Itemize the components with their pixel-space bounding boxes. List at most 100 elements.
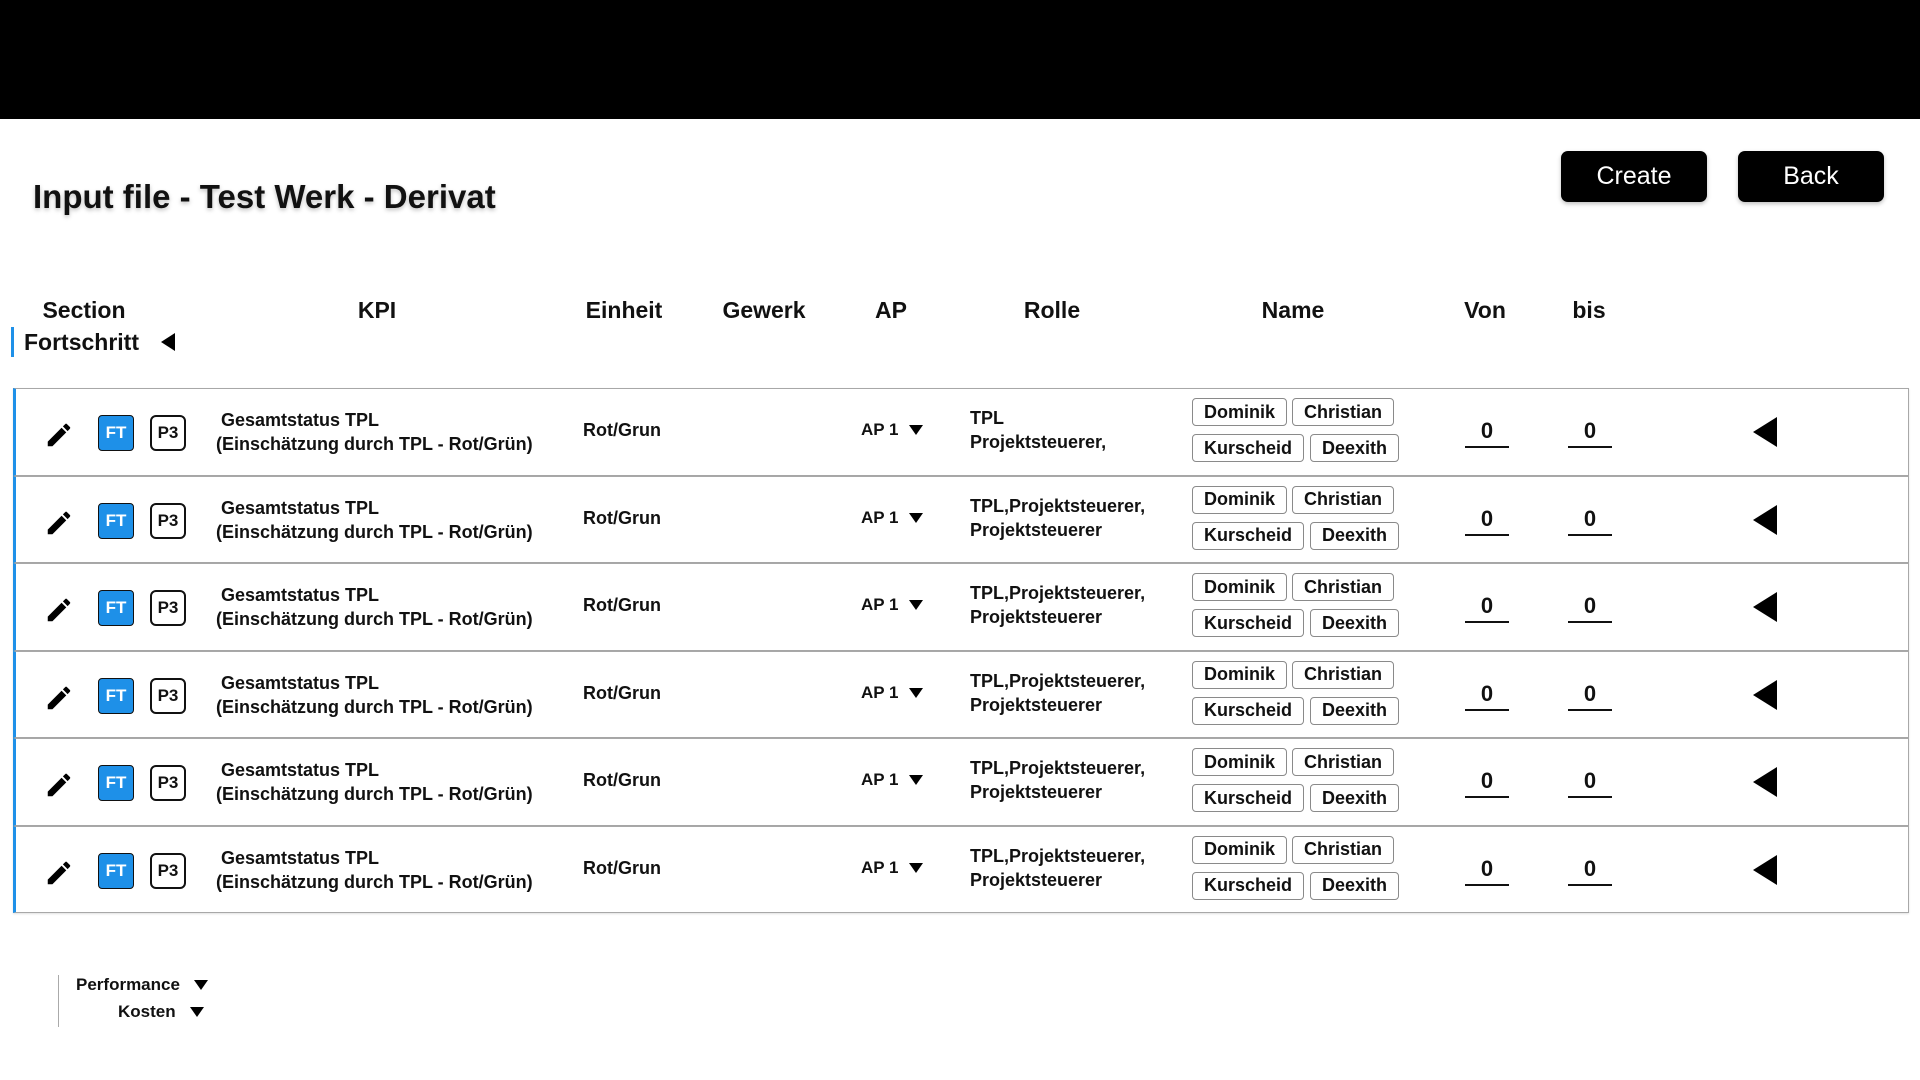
name-chip[interactable]: Deexith xyxy=(1310,784,1400,812)
von-input[interactable]: 0 xyxy=(1465,854,1509,886)
name-chip[interactable]: Christian xyxy=(1292,748,1395,776)
bis-input[interactable]: 0 xyxy=(1568,504,1612,536)
name-chip[interactable]: Deexith xyxy=(1310,871,1400,900)
triangle-down-icon[interactable] xyxy=(908,862,923,873)
ft-badge[interactable]: FT xyxy=(98,502,134,539)
triangle-down-icon[interactable] xyxy=(908,687,923,698)
triangle-down-icon[interactable] xyxy=(193,980,208,990)
p3-badge[interactable]: P3 xyxy=(150,590,186,626)
triangle-left-icon[interactable] xyxy=(1753,504,1777,535)
section-fortschritt[interactable]: Fortschritt xyxy=(11,327,175,357)
ap-dropdown[interactable]: AP 1 xyxy=(861,590,923,620)
von-input[interactable]: 0 xyxy=(1465,504,1509,536)
bis-input[interactable]: 0 xyxy=(1568,854,1612,886)
von-input[interactable]: 0 xyxy=(1465,766,1509,798)
triangle-down-icon[interactable] xyxy=(908,512,923,523)
name-chip[interactable]: Dominik xyxy=(1192,398,1288,426)
section-kosten[interactable]: Kosten xyxy=(118,1002,204,1022)
triangle-down-icon[interactable] xyxy=(908,775,923,785)
bis-input[interactable]: 0 xyxy=(1568,416,1612,448)
triangle-down-icon[interactable] xyxy=(189,1007,204,1017)
name-chip[interactable]: Kurscheid xyxy=(1192,434,1305,462)
triangle-down-icon[interactable] xyxy=(908,425,923,435)
pencil-icon[interactable] xyxy=(44,683,74,713)
ft-badge[interactable]: FT xyxy=(98,590,134,626)
rolle-line: TPL,Projektsteuerer, xyxy=(970,670,1146,691)
section-label: Kosten xyxy=(118,1002,176,1021)
pencil-icon[interactable] xyxy=(44,858,74,888)
column-header-von: Von xyxy=(1464,297,1506,323)
ap-dropdown[interactable]: AP 1 xyxy=(861,678,923,708)
rolle-line: TPL,Projektsteuerer, xyxy=(970,495,1146,516)
pencil-icon[interactable] xyxy=(44,508,74,538)
name-chip[interactable]: Dominik xyxy=(1192,835,1288,864)
kpi-description: (Einschätzung durch TPL - Rot/Grün) xyxy=(216,609,533,629)
ft-badge[interactable]: FT xyxy=(98,765,134,801)
triangle-left-icon[interactable] xyxy=(1753,767,1777,797)
kpi-title: Gesamtstatus TPL xyxy=(221,847,380,868)
ft-badge[interactable]: FT xyxy=(98,415,134,451)
name-chip[interactable]: Christian xyxy=(1292,485,1395,514)
kpi-cell: Gesamtstatus TPL (Einschätzung durch TPL … xyxy=(216,846,533,894)
name-chip[interactable]: Kurscheid xyxy=(1192,609,1305,637)
kpi-cell: Gesamtstatus TPL (Einschätzung durch TPL … xyxy=(216,671,533,719)
p3-badge[interactable]: P3 xyxy=(150,765,186,801)
p3-badge[interactable]: P3 xyxy=(150,415,186,451)
name-chip[interactable]: Kurscheid xyxy=(1192,784,1305,812)
top-bar xyxy=(0,0,1920,119)
name-chip[interactable]: Kurscheid xyxy=(1192,871,1305,900)
name-chip[interactable]: Dominik xyxy=(1192,748,1288,776)
bis-input[interactable]: 0 xyxy=(1568,591,1612,623)
kpi-table: FT P3 Gesamtstatus TPL (Einschätzung durc… xyxy=(13,388,1909,913)
p3-badge[interactable]: P3 xyxy=(150,677,186,714)
p3-badge[interactable]: P3 xyxy=(150,502,186,539)
rolle-cell: TPL,Projektsteuerer, Projektsteuerer xyxy=(970,494,1145,542)
ap-dropdown[interactable]: AP 1 xyxy=(861,765,923,795)
pencil-icon[interactable] xyxy=(44,770,74,800)
name-chip[interactable]: Christian xyxy=(1292,573,1395,601)
ap-value: AP 1 xyxy=(861,770,899,789)
von-input[interactable]: 0 xyxy=(1465,591,1509,623)
name-chip[interactable]: Kurscheid xyxy=(1192,521,1305,550)
section-performance[interactable]: Performance xyxy=(76,975,208,995)
ap-dropdown[interactable]: AP 1 xyxy=(861,415,923,445)
bis-input[interactable]: 0 xyxy=(1568,766,1612,798)
von-input[interactable]: 0 xyxy=(1465,679,1509,711)
von-input[interactable]: 0 xyxy=(1465,416,1509,448)
ap-value: AP 1 xyxy=(861,682,899,702)
pencil-icon[interactable] xyxy=(44,595,74,625)
column-header-rolle: Rolle xyxy=(1023,297,1081,323)
back-button[interactable]: Back xyxy=(1738,151,1884,202)
ft-badge[interactable]: FT xyxy=(98,852,134,889)
triangle-left-icon[interactable] xyxy=(1753,854,1777,885)
name-chip[interactable]: Christian xyxy=(1292,835,1395,864)
name-chip[interactable]: Deexith xyxy=(1310,434,1400,462)
name-chip[interactable]: Christian xyxy=(1292,398,1395,426)
ap-dropdown[interactable]: AP 1 xyxy=(861,503,923,533)
einheit-cell: Rot/Grun xyxy=(583,507,661,528)
name-chip[interactable]: Deexith xyxy=(1310,609,1400,637)
ap-value: AP 1 xyxy=(861,595,899,614)
ft-badge[interactable]: FT xyxy=(98,677,134,714)
name-chip[interactable]: Kurscheid xyxy=(1192,696,1305,725)
create-button[interactable]: Create xyxy=(1561,151,1707,202)
name-chip[interactable]: Christian xyxy=(1292,660,1395,689)
triangle-left-icon[interactable] xyxy=(1753,417,1777,447)
ap-dropdown[interactable]: AP 1 xyxy=(861,853,923,883)
bis-input[interactable]: 0 xyxy=(1568,679,1612,711)
column-header-kpi: KPI xyxy=(357,297,397,323)
name-chip[interactable]: Deexith xyxy=(1310,696,1400,725)
name-chip[interactable]: Dominik xyxy=(1192,573,1288,601)
name-chip[interactable]: Dominik xyxy=(1192,660,1288,689)
kpi-description: (Einschätzung durch TPL - Rot/Grün) xyxy=(216,434,533,454)
name-chip[interactable]: Deexith xyxy=(1310,521,1400,550)
column-header-gewerk: Gewerk xyxy=(722,297,806,323)
name-chip[interactable]: Dominik xyxy=(1192,485,1288,514)
p3-badge[interactable]: P3 xyxy=(150,852,186,889)
triangle-left-icon[interactable] xyxy=(1753,592,1777,622)
triangle-down-icon[interactable] xyxy=(908,600,923,610)
pencil-icon[interactable] xyxy=(44,420,74,450)
collapse-section-icon[interactable] xyxy=(161,333,175,351)
triangle-left-icon[interactable] xyxy=(1753,679,1777,710)
rolle-line: TPL,Projektsteuerer, xyxy=(970,758,1146,778)
